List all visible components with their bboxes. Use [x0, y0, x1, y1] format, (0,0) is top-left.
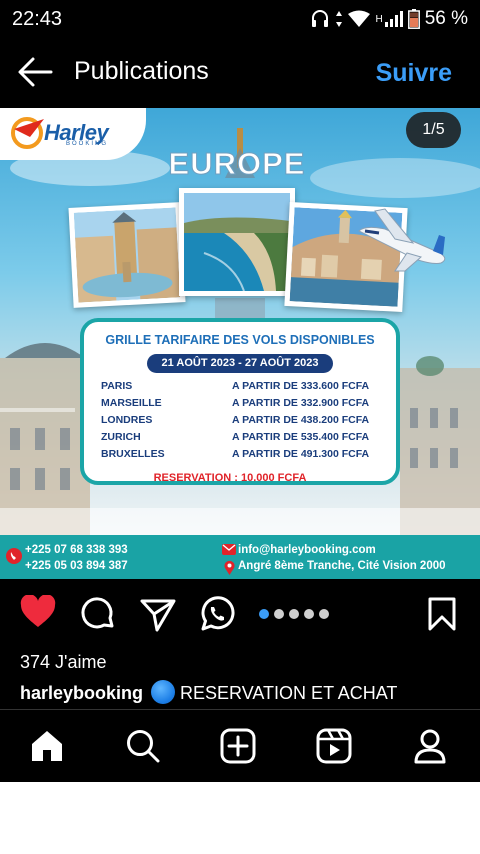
wifi-icon: [348, 10, 371, 27]
battery-icon: [407, 9, 420, 29]
caption-username[interactable]: harleybooking: [20, 683, 143, 703]
page-title: Publications: [74, 57, 209, 85]
create-icon[interactable]: [220, 728, 256, 764]
whatsapp-icon[interactable]: [199, 596, 235, 632]
page-counter: 1/5: [406, 112, 461, 148]
location-pin-icon: [224, 560, 235, 575]
profile-icon[interactable]: [412, 728, 448, 764]
carousel-dot: [259, 609, 269, 619]
network-type: H: [375, 13, 383, 25]
status-time: 22:43: [12, 8, 63, 30]
blue-circle-emoji-icon: [151, 680, 176, 704]
fare-row: BRUXELLES A PARTIR DE 491.300 FCFA: [101, 448, 391, 463]
nice-photo: [184, 193, 290, 291]
fare-row: MARSEILLE A PARTIR DE 332.900 FCFA: [101, 397, 391, 412]
data-arrows-icon: [336, 11, 343, 27]
likes-count[interactable]: 374 J'aime: [0, 649, 480, 677]
fare-price: A PARTIR DE 333.600 FCFA: [232, 380, 370, 392]
reservation-fee: RESERVATION : 10.000 FCFA: [153, 472, 307, 484]
contact-bar: +225 07 68 338 393 +225 05 03 894 387 in…: [0, 535, 480, 579]
fare-city: MARSEILLE: [101, 397, 162, 409]
status-icons: H 56 %: [310, 7, 468, 31]
share-icon[interactable]: [140, 598, 176, 632]
headset-icon: [312, 10, 329, 27]
fare-price: A PARTIR DE 438.200 FCFA: [232, 414, 370, 426]
paris-photo: [73, 207, 181, 303]
fare-price: A PARTIR DE 535.400 FCFA: [232, 431, 370, 443]
contact-email: info@harleybooking.com: [238, 544, 376, 556]
search-icon[interactable]: [125, 728, 161, 764]
fare-city: ZURICH: [101, 431, 141, 443]
fare-row: ZURICH A PARTIR DE 535.400 FCFA: [101, 431, 391, 446]
photo-paris: [68, 202, 186, 308]
phone-icon: [6, 548, 22, 564]
phone-number: +225 07 68 338 393: [25, 544, 128, 556]
carousel-dot: [319, 609, 329, 619]
follow-button[interactable]: Suivre: [376, 59, 452, 88]
fare-row: PARIS A PARTIR DE 333.600 FCFA: [101, 380, 391, 395]
bookmark-icon[interactable]: [428, 597, 456, 631]
status-bar: 22:43 H 56 %: [0, 0, 480, 38]
carousel-indicator: [259, 609, 329, 619]
carousel-dot: [274, 609, 284, 619]
arrow-left-icon[interactable]: [17, 56, 53, 88]
post-action-bar: [0, 579, 480, 649]
heart-icon[interactable]: [20, 595, 56, 629]
headline: EUROPE: [168, 146, 306, 182]
fare-row: LONDRES A PARTIR DE 438.200 FCFA: [101, 414, 391, 429]
carousel-dot: [289, 609, 299, 619]
post-caption: harleybooking RESERVATION ET ACHAT: [0, 677, 480, 709]
contact-address: Angré 8ème Tranche, Cité Vision 2000: [238, 560, 446, 572]
fare-city: BRUXELLES: [101, 448, 165, 460]
reels-icon[interactable]: [316, 728, 352, 764]
phone-number: +225 05 03 894 387: [25, 560, 128, 572]
app-header: Publications Suivre: [0, 38, 480, 108]
mail-icon: [222, 544, 236, 555]
fare-card: GRILLE TARIFAIRE DES VOLS DISPONIBLES 21…: [80, 318, 400, 485]
comment-icon[interactable]: [80, 596, 116, 632]
carousel-dot: [304, 609, 314, 619]
fare-dates: 21 AOÛT 2023 - 27 AOÛT 2023: [147, 354, 333, 373]
fare-city: PARIS: [101, 380, 133, 392]
fare-price: A PARTIR DE 491.300 FCFA: [232, 448, 370, 460]
fare-price: A PARTIR DE 332.900 FCFA: [232, 397, 370, 409]
photo-nice: [179, 188, 295, 296]
caption-text: RESERVATION ET ACHAT: [180, 683, 398, 703]
signal-icon: [384, 11, 403, 27]
home-icon[interactable]: [29, 728, 65, 764]
bottom-nav: [0, 710, 480, 782]
fare-title: GRILLE TARIFAIRE DES VOLS DISPONIBLES: [105, 333, 375, 347]
post-image[interactable]: Harley BOOKING 1/5 EUROPE GRILLE TARIFAI…: [0, 108, 480, 579]
airplane-icon: [358, 208, 446, 272]
battery-text: 56 %: [424, 8, 468, 29]
fare-city: LONDRES: [101, 414, 153, 426]
